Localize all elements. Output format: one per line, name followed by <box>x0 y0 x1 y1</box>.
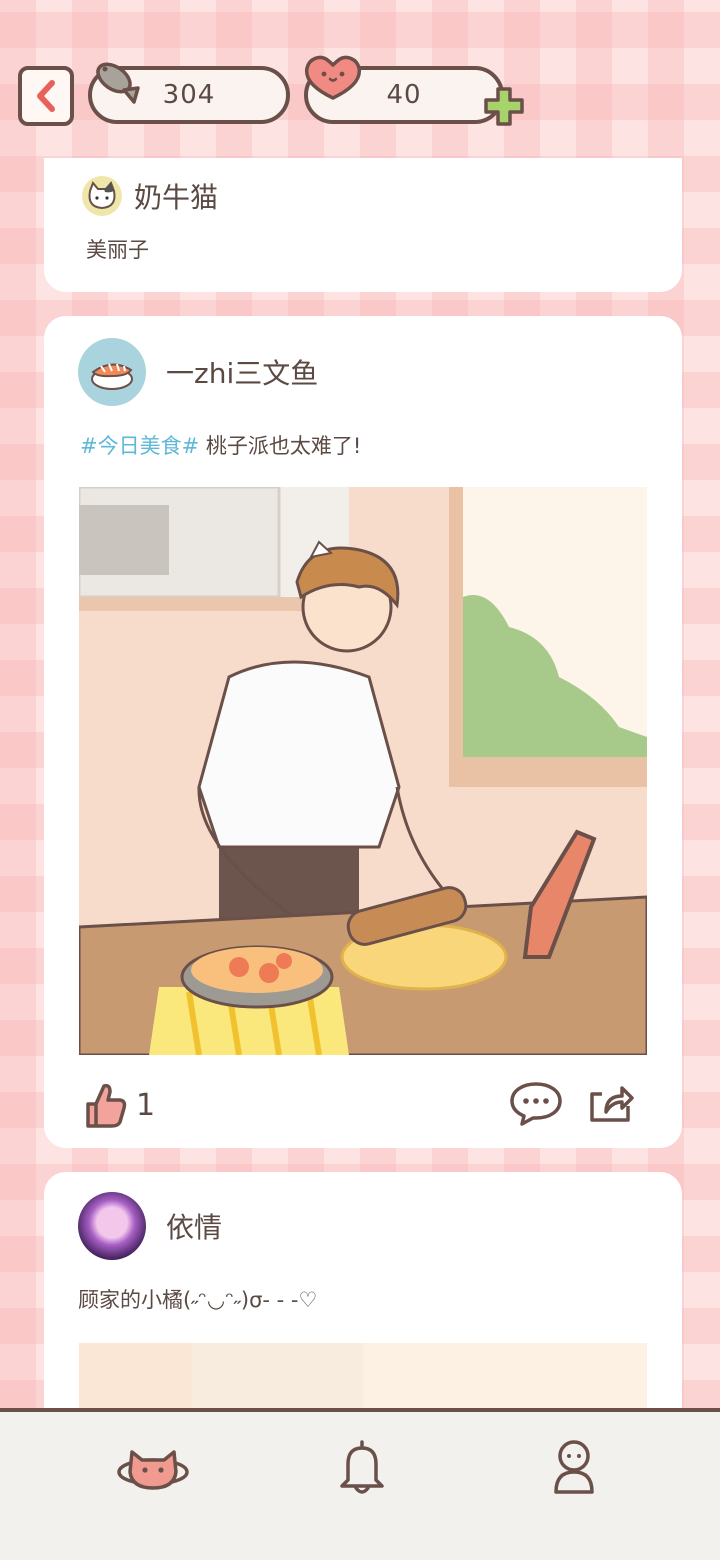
post-card[interactable]: 依情 顾家的小橘(˶ᵔ◡ᵔ˶)σ- - -♡ <box>44 1172 682 1443</box>
bottom-navigation <box>0 1408 720 1560</box>
fish-count: 304 <box>162 80 216 110</box>
avatar[interactable] <box>82 176 122 216</box>
username[interactable]: 奶牛猫 <box>134 176 218 216</box>
home-planet-icon[interactable] <box>114 1436 192 1498</box>
salmon-sushi-icon <box>91 363 133 390</box>
post-header: 依情 <box>78 1192 222 1260</box>
back-button[interactable] <box>18 66 74 126</box>
share-icon[interactable] <box>584 1080 636 1126</box>
post-image[interactable] <box>79 487 647 1055</box>
hashtag-link[interactable]: #今日美食# <box>80 434 199 458</box>
post-text: 顾家的小橘(˶ᵔ◡ᵔ˶)σ- - -♡ <box>78 1288 318 1312</box>
post-header: 奶牛猫 <box>82 176 218 216</box>
avatar[interactable] <box>78 1192 146 1260</box>
bell-icon[interactable] <box>334 1436 390 1498</box>
fish-icon <box>96 62 140 104</box>
comment-icon[interactable] <box>508 1080 564 1126</box>
chevron-left-icon <box>37 80 55 112</box>
cooking-illustration <box>79 487 647 1055</box>
like-count: 1 <box>136 1088 156 1123</box>
post-text: #今日美食# 桃子派也太难了! <box>80 430 361 460</box>
post-card[interactable]: 一zhi三文鱼 #今日美食# 桃子派也太难了! 1 <box>44 316 682 1148</box>
heart-face-icon <box>304 55 362 100</box>
plus-icon[interactable] <box>480 84 528 130</box>
post-text: 美丽子 <box>86 238 149 262</box>
username[interactable]: 一zhi三文鱼 <box>166 352 318 392</box>
cat-icon <box>88 181 116 210</box>
post-card[interactable]: 奶牛猫 美丽子 <box>44 158 682 292</box>
avatar[interactable] <box>78 338 146 406</box>
heart-count: 40 <box>386 80 422 110</box>
post-header: 一zhi三文鱼 <box>78 338 318 406</box>
like-thumb-icon[interactable] <box>82 1080 128 1130</box>
username[interactable]: 依情 <box>166 1206 222 1246</box>
post-body: 桃子派也太难了! <box>199 434 362 458</box>
profile-icon[interactable] <box>548 1436 600 1498</box>
